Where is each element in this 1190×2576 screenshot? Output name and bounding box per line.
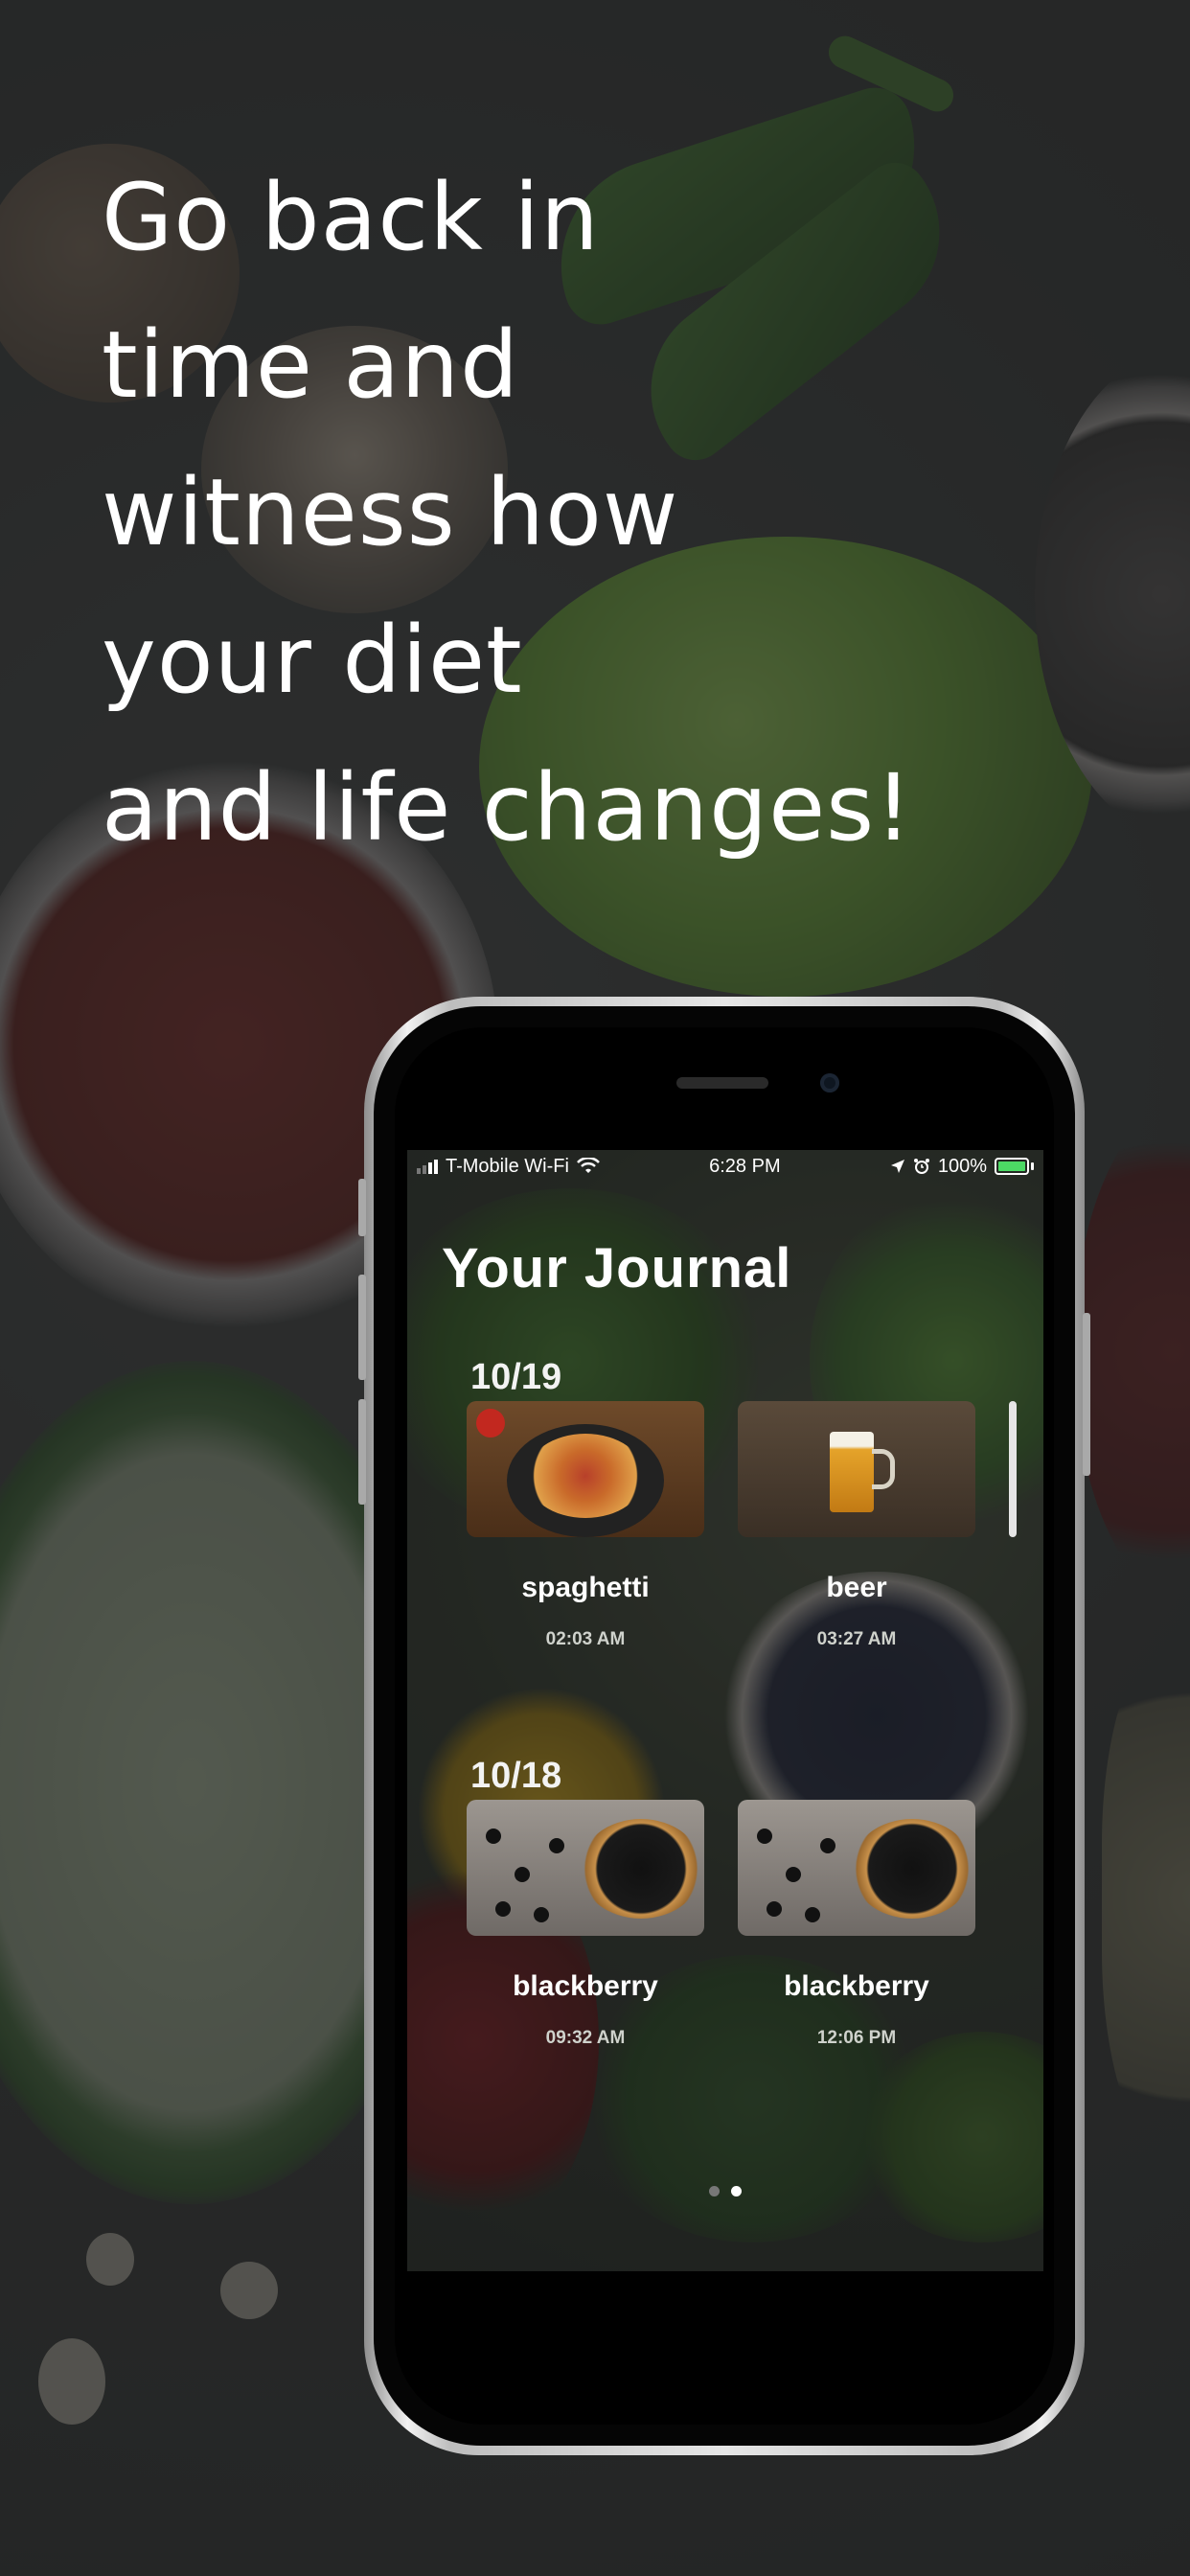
status-right: 100% [890,1156,1034,1178]
next-card-peek[interactable] [1009,1401,1017,1537]
screen-food-background [407,1150,1043,2271]
battery-icon [995,1158,1034,1175]
mute-switch [358,1179,366,1236]
volume-up-button [358,1275,366,1380]
status-left: T-Mobile Wi-Fi [417,1156,600,1178]
entry-name: blackberry [784,1970,929,2002]
page-dot-active[interactable] [731,2186,742,2196]
screen-dim-overlay [407,1150,1043,2271]
headline-line: witness how [102,459,679,566]
page-dot[interactable] [709,2186,720,2196]
headline-line: and life changes! [102,754,913,862]
entry-time: 12:06 PM [816,2028,897,2048]
entry-time: 09:32 AM [545,2028,626,2048]
beer-photo [738,1401,975,1537]
headline-line: Go back in [102,164,600,271]
date-header: 10/19 [470,1357,562,1397]
entry-time: 02:03 AM [545,1629,626,1649]
location-arrow-icon [890,1160,904,1173]
app-screen[interactable]: T-Mobile Wi-Fi 6:28 PM 100% Your Journal… [407,1150,1043,2271]
blackberry-photo [467,1800,704,1936]
page-indicator[interactable] [407,2186,1043,2196]
alarm-clock-icon [913,1159,929,1174]
headline-line: time and [102,311,520,419]
signal-icon [417,1159,438,1174]
status-time: 6:28 PM [709,1155,781,1177]
front-camera [820,1073,839,1092]
headline-line: your diet [102,607,523,714]
journal-title: Your Journal [442,1237,792,1300]
battery-percent: 100% [937,1155,987,1177]
phone-frame: T-Mobile Wi-Fi 6:28 PM 100% Your Journal… [374,1006,1075,2446]
power-button [1083,1313,1090,1476]
journal-entry-card[interactable]: blackberry 12:06 PM [738,1800,975,2049]
entry-name: blackberry [513,1970,658,2002]
entry-name: spaghetti [521,1572,650,1603]
status-bar: T-Mobile Wi-Fi 6:28 PM 100% [407,1150,1043,1183]
headline: Go back in time and witness how your die… [102,144,1108,882]
spaghetti-photo [467,1401,704,1537]
earpiece-speaker [676,1077,768,1089]
wifi-icon [576,1158,600,1173]
journal-entry-card[interactable]: spaghetti 02:03 AM [467,1401,704,1650]
entry-time: 03:27 AM [816,1629,897,1649]
journal-entry-card[interactable]: blackberry 09:32 AM [467,1800,704,2049]
phone-bezel: T-Mobile Wi-Fi 6:28 PM 100% Your Journal… [395,1027,1054,2425]
journal-entry-card[interactable]: beer 03:27 AM [738,1401,975,1650]
phone-mockup: T-Mobile Wi-Fi 6:28 PM 100% Your Journal… [358,997,1090,2455]
carrier-label: T-Mobile Wi-Fi [446,1155,569,1177]
volume-down-button [358,1399,366,1505]
entry-name: beer [826,1572,887,1603]
blackberry-photo [738,1800,975,1936]
date-header: 10/18 [470,1756,562,1796]
